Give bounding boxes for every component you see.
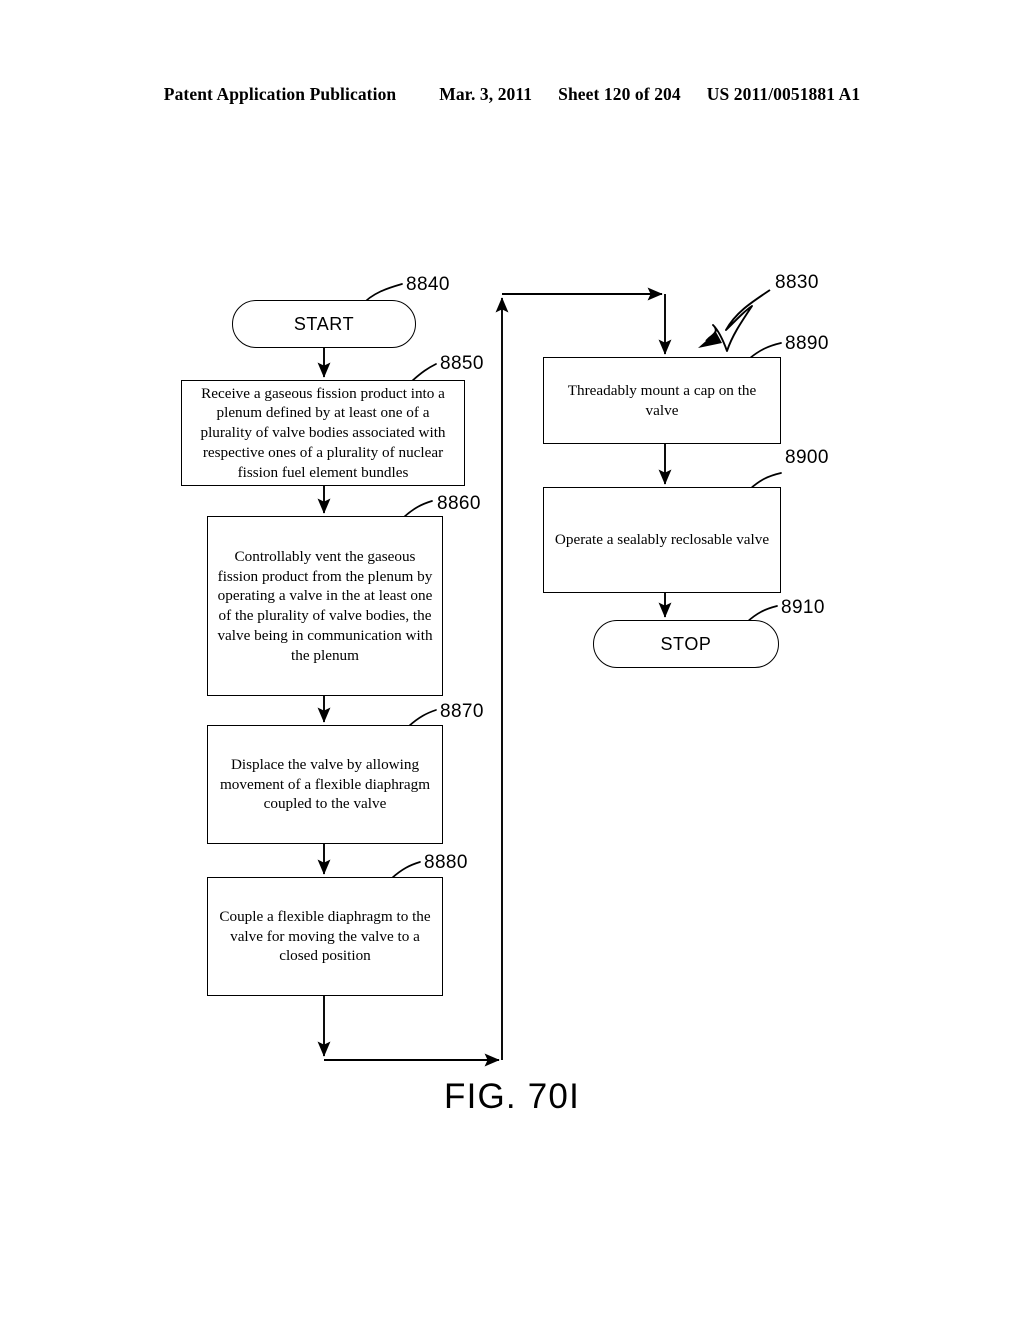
reference-numeral-8840: 8840 xyxy=(406,274,450,295)
flowchart-node-8850[interactable]: Receive a gaseous fission product into a… xyxy=(181,380,465,486)
flowchart-node-8850-label: Receive a gaseous fission product into a… xyxy=(200,384,446,481)
figure-caption: FIG. 70I xyxy=(443,1077,581,1116)
flowchart-node-8890-label: Threadably mount a cap on the valve xyxy=(567,381,757,419)
reference-numeral-8900: 8900 xyxy=(785,447,829,468)
reference-numeral-8860: 8860 xyxy=(437,493,481,514)
flowchart-node-8890[interactable]: Threadably mount a cap on the valve xyxy=(543,357,781,444)
leader-8850 xyxy=(411,363,437,382)
flowchart-node-8900-label: Operate a sealably reclosable valve xyxy=(554,531,770,549)
flowchart-node-8860-label: Controllably vent the gaseous fission pr… xyxy=(217,547,433,664)
flowchart-connectors xyxy=(317,283,782,1067)
leader-8880 xyxy=(391,861,421,879)
flowchart-node-start[interactable]: START xyxy=(232,300,416,348)
flowchart-node-start-label: START xyxy=(293,313,355,334)
flowchart-node-8880-label: Couple a flexible diaphragm to the valve… xyxy=(219,907,431,965)
flowchart-node-8860[interactable]: Controllably vent the gaseous fission pr… xyxy=(207,516,443,696)
reference-numeral-8870: 8870 xyxy=(440,701,484,722)
reference-numeral-8850: 8850 xyxy=(440,353,484,374)
reference-numeral-8890: 8890 xyxy=(785,333,829,354)
reference-numeral-8910: 8910 xyxy=(781,597,825,618)
leader-8830 xyxy=(698,289,771,352)
flowchart-node-8870[interactable]: Displace the valve by allowing movement … xyxy=(207,725,443,844)
leader-8870 xyxy=(408,709,437,727)
leader-8890 xyxy=(749,342,782,359)
reference-numeral-8830: 8830 xyxy=(775,272,819,293)
flowchart-diagram: START Receive a gaseous fission product … xyxy=(0,0,1024,1320)
reference-numeral-8880: 8880 xyxy=(424,852,468,873)
flowchart-node-8900[interactable]: Operate a sealably reclosable valve xyxy=(543,487,781,593)
flowchart-node-8880[interactable]: Couple a flexible diaphragm to the valve… xyxy=(207,877,443,996)
flowchart-node-8870-label: Displace the valve by allowing movement … xyxy=(219,755,431,813)
flowchart-node-stop[interactable]: STOP xyxy=(593,620,779,668)
flowchart-node-stop-label: STOP xyxy=(660,633,712,654)
leader-8830-arrowhead xyxy=(698,332,722,348)
leader-8860 xyxy=(403,500,433,518)
